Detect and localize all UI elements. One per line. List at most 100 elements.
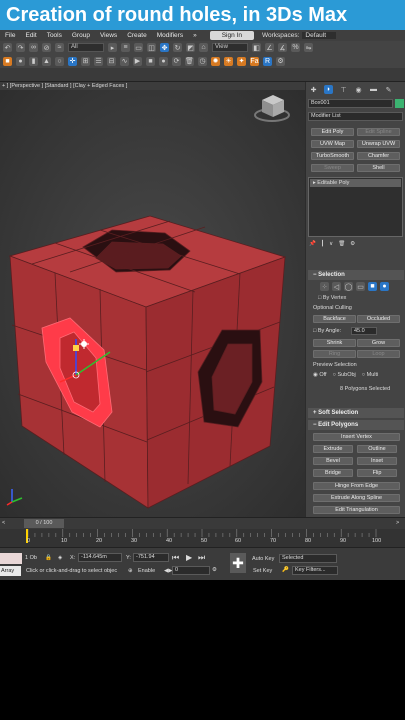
record-icon[interactable]: ●	[159, 56, 168, 66]
menu-overflow[interactable]: »	[188, 32, 202, 39]
frame-field[interactable]: 0	[172, 566, 210, 575]
percent-snap-icon[interactable]: %	[291, 43, 300, 52]
clock-icon[interactable]: ◷	[198, 56, 207, 66]
play-animation-icon[interactable]: ▶	[186, 553, 192, 562]
pivot-icon[interactable]: ◧	[252, 43, 261, 52]
layer-icon[interactable]: ☰	[94, 56, 103, 66]
key-icon[interactable]: 🔑	[282, 567, 289, 573]
perspective-viewport[interactable]: + ] [Perspective ] [Standard ] [Clay + E…	[0, 82, 305, 517]
goto-start-icon[interactable]: ⏮	[172, 553, 179, 563]
move-gizmo-icon[interactable]: ✛	[68, 56, 77, 66]
object-color-swatch[interactable]	[395, 99, 404, 108]
redo-icon[interactable]: ↷	[16, 43, 25, 52]
menu-edit[interactable]: Edit	[20, 32, 41, 39]
menu-group[interactable]: Group	[67, 32, 95, 39]
material-editor-icon[interactable]: Fa	[250, 56, 259, 66]
object-name-field[interactable]: Box001	[308, 99, 393, 108]
select-rotate-icon[interactable]: ↻	[173, 43, 182, 52]
occluded-button[interactable]: Occluded	[357, 315, 400, 323]
menu-views[interactable]: Views	[95, 32, 122, 39]
select-scale-icon[interactable]: ◩	[186, 43, 195, 52]
link-icon[interactable]: ∞	[29, 43, 38, 52]
edit-poly-button[interactable]: Edit Poly	[311, 128, 354, 136]
render-setup-icon[interactable]: ✹	[211, 56, 220, 66]
loop-icon[interactable]: ⟳	[172, 56, 181, 66]
key-filters-button[interactable]: Key Filters...	[292, 566, 338, 575]
by-angle-checkbox[interactable]: □ By Angle:	[313, 328, 341, 334]
time-slider-thumb[interactable]: 0 / 100	[24, 519, 64, 528]
vertex-level-icon[interactable]: ⁘	[320, 282, 329, 291]
cylinder-icon[interactable]: ▮	[29, 56, 38, 66]
by-vertex-checkbox[interactable]: □ By Vertex	[318, 295, 346, 301]
goto-end-icon[interactable]: ⏭	[198, 553, 205, 563]
preview-off-radio[interactable]: ◉ Off	[313, 372, 327, 378]
hierarchy-tab-icon[interactable]: ⊤	[339, 85, 348, 94]
align-icon[interactable]: ⊞	[81, 56, 90, 66]
polygon-level-icon[interactable]: ■	[368, 282, 377, 291]
array-listener-field[interactable]: Array	[0, 566, 21, 576]
y-coord-field[interactable]: -751.94	[133, 553, 169, 562]
plugin-icon[interactable]: R	[263, 56, 272, 66]
bind-space-warp-icon[interactable]: ≈	[55, 43, 64, 52]
adaptive-degradation-icon[interactable]: ⊕	[128, 568, 133, 574]
sphere-icon[interactable]: ●	[16, 56, 25, 66]
play-icon[interactable]: ▶	[133, 56, 142, 66]
scene-explorer-icon[interactable]: ⊟	[107, 56, 116, 66]
torus-icon[interactable]: ○	[55, 56, 64, 66]
show-end-result-icon[interactable]: ┃	[321, 241, 324, 247]
next-frame-icon[interactable]: >	[396, 520, 399, 526]
select-object-icon[interactable]: ▸	[108, 43, 117, 52]
bridge-button[interactable]: Bridge	[313, 469, 353, 477]
unlink-icon[interactable]: ⊘	[42, 43, 51, 52]
angle-snap-icon[interactable]: ∡	[278, 43, 287, 52]
workspace-dropdown[interactable]: Default	[302, 32, 337, 39]
angle-value-field[interactable]: 45.0	[351, 327, 377, 335]
selection-filter-dropdown[interactable]: All	[68, 43, 104, 52]
backface-button[interactable]: Backface	[313, 315, 356, 323]
menu-tools[interactable]: Tools	[42, 32, 67, 39]
mirror-icon[interactable]: ⇋	[304, 43, 313, 52]
set-key-button[interactable]: Set Key	[253, 568, 272, 574]
uvw-map-button[interactable]: UVW Map	[311, 140, 354, 148]
bevel-button[interactable]: Bevel	[313, 457, 353, 465]
element-level-icon[interactable]: ●	[380, 282, 389, 291]
make-unique-icon[interactable]: ∨	[329, 241, 333, 247]
grow-button[interactable]: Grow	[357, 339, 400, 347]
unwrap-uvw-button[interactable]: Unwrap UVW	[357, 140, 400, 148]
select-by-name-icon[interactable]: ≡	[121, 43, 130, 52]
sweep-button[interactable]: Sweep	[311, 164, 354, 172]
chamfer-button[interactable]: Chamfer	[357, 152, 400, 160]
track-bar[interactable]: 0 10 20 30 40 50 60 70 80 90 100	[0, 529, 405, 547]
remove-modifier-icon[interactable]: 🗑	[338, 241, 345, 247]
stop-icon[interactable]: ■	[146, 56, 155, 66]
outline-button[interactable]: Outline	[357, 445, 397, 453]
create-box-icon[interactable]: ■	[3, 56, 12, 66]
selected-set-dropdown[interactable]: Selected	[279, 554, 337, 563]
window-crossing-icon[interactable]: ◫	[147, 43, 156, 52]
selection-rollout-header[interactable]: − Selection	[308, 270, 404, 280]
border-level-icon[interactable]: ◯	[344, 282, 353, 291]
edit-spline-button[interactable]: Edit Spline	[357, 128, 400, 136]
motion-tab-icon[interactable]: ◉	[354, 85, 363, 94]
trash-icon[interactable]: 🗑	[185, 56, 194, 66]
sign-in-button[interactable]: Sign In	[209, 31, 254, 40]
menu-file[interactable]: File	[0, 32, 20, 39]
soft-selection-rollout-header[interactable]: + Soft Selection	[308, 408, 404, 418]
utilities-tab-icon[interactable]: ✎	[384, 85, 393, 94]
configure-sets-icon[interactable]: ⚙	[350, 241, 355, 247]
flip-button[interactable]: Flip	[357, 469, 397, 477]
shell-button[interactable]: Shell	[357, 164, 400, 172]
reference-coordinate-dropdown[interactable]: View	[212, 43, 248, 52]
isolate-icon[interactable]: ◈	[58, 555, 62, 561]
insert-vertex-button[interactable]: Insert Vertex	[313, 433, 400, 441]
edge-level-icon[interactable]: ◁	[332, 282, 341, 291]
ring-button[interactable]: Ring	[313, 350, 356, 358]
add-key-icon[interactable]: ✚	[230, 553, 246, 573]
edit-polygons-rollout-header[interactable]: − Edit Polygons	[308, 420, 404, 430]
preview-subobj-radio[interactable]: ○ SubObj	[333, 372, 356, 378]
lock-icon[interactable]: 🔒	[45, 555, 52, 561]
menu-modifiers[interactable]: Modifiers	[152, 32, 188, 39]
shrink-button[interactable]: Shrink	[313, 339, 356, 347]
x-coord-field[interactable]: -114.645m	[78, 553, 122, 562]
modify-tab-icon[interactable]: ◗	[324, 85, 333, 94]
